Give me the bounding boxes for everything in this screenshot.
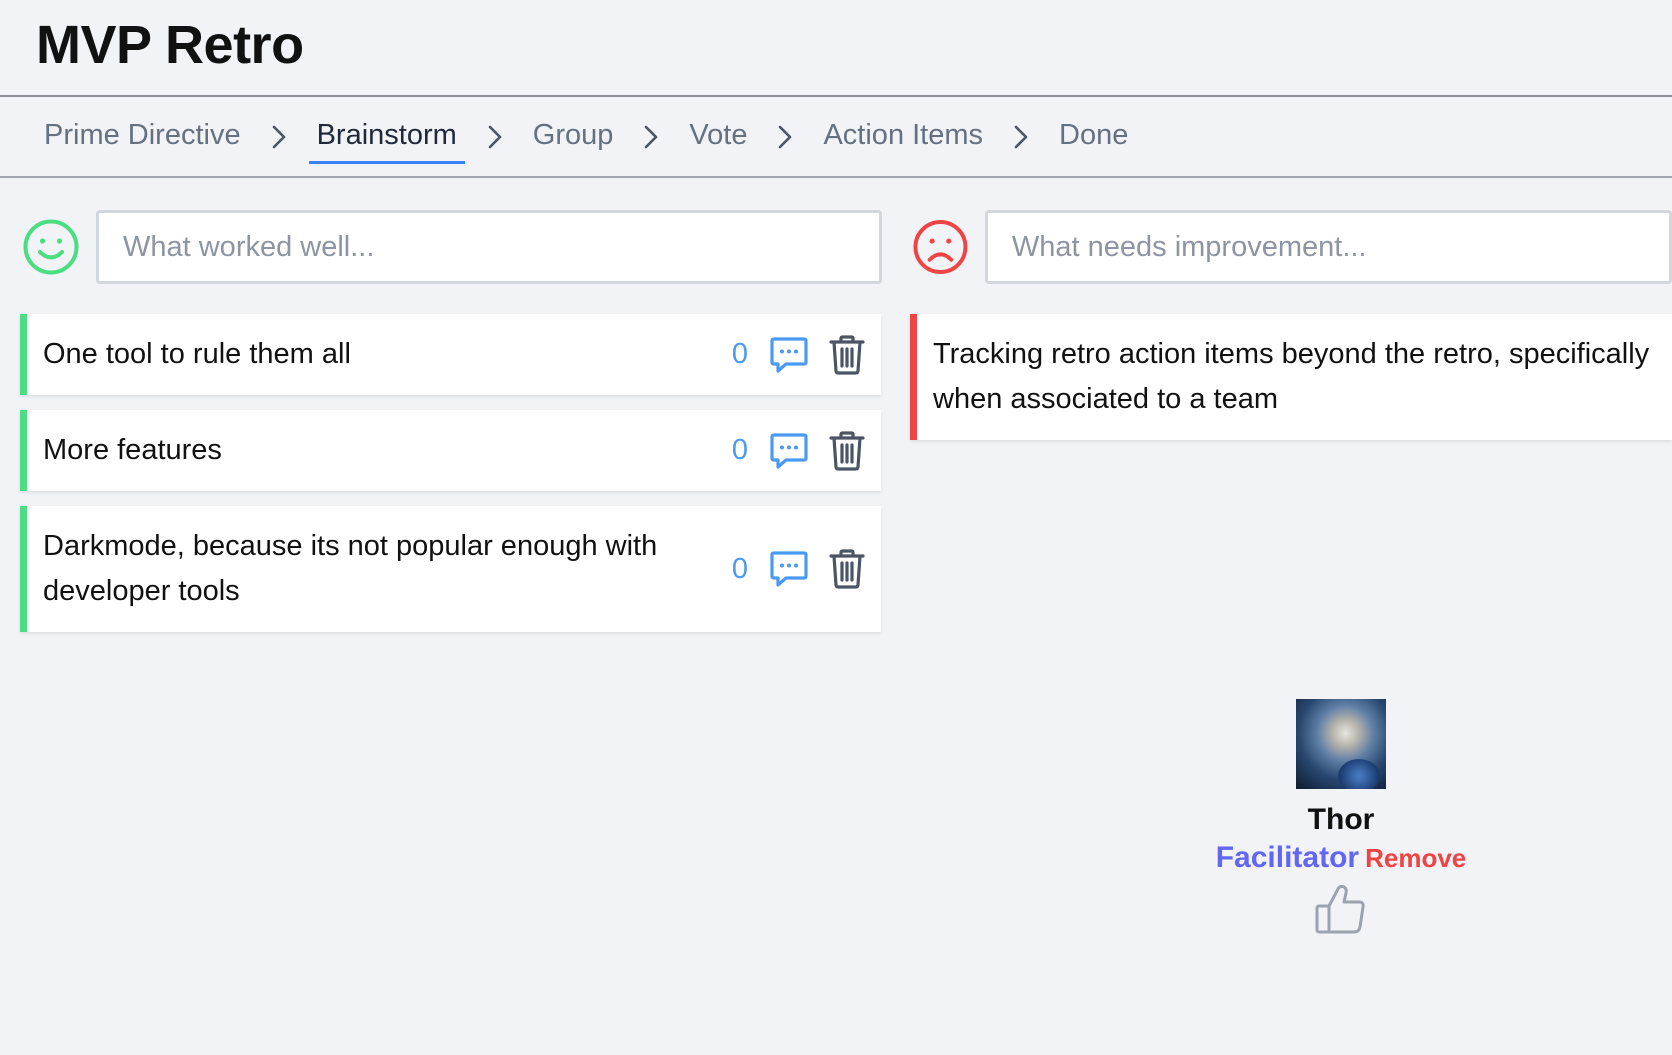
went-well-cards: One tool to rule them all 0 More feature… xyxy=(20,314,882,632)
trash-icon[interactable] xyxy=(829,549,865,589)
participant-card: Thor Facilitator Remove xyxy=(1210,699,1472,937)
step-done[interactable]: Done xyxy=(1059,119,1128,154)
chevron-right-icon xyxy=(457,122,533,152)
participant-name: Thor xyxy=(1307,803,1375,836)
page-header: MVP Retro xyxy=(0,0,1672,97)
smile-face-icon xyxy=(23,219,79,275)
comment-count: 0 xyxy=(731,338,749,370)
frown-face-icon xyxy=(913,220,968,274)
card-actions: 0 xyxy=(725,430,881,471)
step-action-items[interactable]: Action Items xyxy=(823,119,983,154)
card-actions: 0 xyxy=(725,334,881,375)
chevron-right-icon xyxy=(241,122,317,152)
chevron-right-icon xyxy=(613,122,689,152)
participant-role-row: Facilitator Remove xyxy=(1210,841,1472,875)
retro-card: Darkmode, because its not popular enough… xyxy=(20,506,881,632)
needs-improvement-input[interactable]: What needs improvement... xyxy=(984,210,1672,284)
comment-icon[interactable] xyxy=(769,550,809,588)
step-vote[interactable]: Vote xyxy=(689,119,747,154)
stage-navigation: Prime Directive Brainstorm Group Vote Ac… xyxy=(0,97,1672,178)
needs-improvement-column: What needs improvement... Tracking retro… xyxy=(910,210,1672,455)
step-group[interactable]: Group xyxy=(533,119,614,154)
avatar xyxy=(1296,699,1386,789)
comment-count: 0 xyxy=(731,552,749,585)
participant-role: Facilitator xyxy=(1215,841,1360,874)
thumbs-up-icon[interactable] xyxy=(1210,881,1472,937)
card-text: More features xyxy=(43,434,222,466)
chevron-right-icon xyxy=(747,122,823,152)
page-title: MVP Retro xyxy=(36,15,304,75)
card-actions: 0 xyxy=(725,549,881,589)
trash-icon[interactable] xyxy=(829,334,865,375)
retro-card: Tracking retro action items beyond the r… xyxy=(910,314,1672,440)
went-well-input-row: What worked well... xyxy=(20,210,882,284)
comment-icon[interactable] xyxy=(769,432,809,470)
needs-improvement-cards: Tracking retro action items beyond the r… xyxy=(910,314,1672,440)
retro-card: One tool to rule them all 0 xyxy=(20,314,881,395)
card-text: Tracking retro action items beyond the r… xyxy=(933,338,1650,415)
comment-count: 0 xyxy=(731,434,749,466)
chevron-right-icon xyxy=(983,122,1059,152)
needs-improvement-input-row: What needs improvement... xyxy=(910,210,1672,284)
trash-icon[interactable] xyxy=(829,430,865,471)
step-brainstorm[interactable]: Brainstorm xyxy=(308,119,466,164)
went-well-input[interactable]: What worked well... xyxy=(96,210,882,284)
card-text: Darkmode, because its not popular enough… xyxy=(43,530,658,607)
retro-card: More features 0 xyxy=(20,410,881,491)
card-text: One tool to rule them all xyxy=(43,338,351,370)
step-prime-directive[interactable]: Prime Directive xyxy=(44,119,241,154)
went-well-column: What worked well... One tool to rule the… xyxy=(20,210,882,647)
remove-facilitator-button[interactable]: Remove xyxy=(1365,843,1466,873)
comment-icon[interactable] xyxy=(769,336,809,374)
